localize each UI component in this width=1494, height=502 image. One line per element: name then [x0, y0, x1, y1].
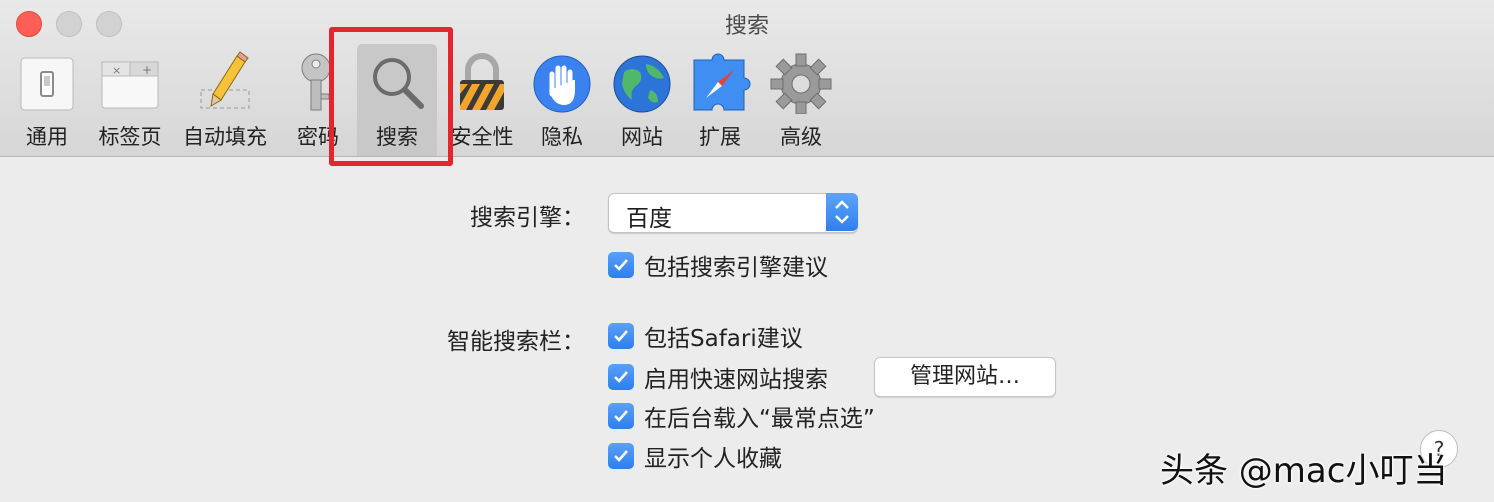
pencil-icon — [193, 50, 257, 114]
svg-text:×: × — [112, 64, 121, 77]
checkmark-icon — [614, 259, 628, 271]
tab-extensions[interactable]: 扩展 — [688, 44, 752, 156]
watermark: 头条 @mac小叮当 — [1160, 451, 1448, 491]
lock-icon — [450, 50, 514, 114]
show-favorites-row[interactable]: 显示个人收藏 — [608, 441, 782, 472]
quick-website-search-row[interactable]: 启用快速网站搜索 — [608, 362, 828, 393]
preload-top-hit-checkbox[interactable] — [608, 403, 634, 429]
toolbar: 搜索 通用 × + 标签页 自动填充 密码 搜索 安全性 隐私 网站 扩展 高级 — [0, 0, 1494, 157]
checkmark-icon — [614, 450, 628, 462]
search-engine-popup[interactable]: 百度 — [608, 193, 858, 233]
hand-icon — [530, 50, 594, 114]
chevron-updown-icon — [826, 193, 858, 231]
include-safari-suggestions-checkbox[interactable] — [608, 323, 634, 349]
tab-general[interactable]: 通用 — [10, 44, 84, 156]
include-engine-suggestions-row[interactable]: 包括搜索引擎建议 — [608, 250, 828, 281]
search-engine-label: 搜索引擎： — [470, 205, 585, 231]
search-engine-value: 百度 — [626, 206, 672, 232]
smart-search-field-label: 智能搜索栏： — [447, 329, 585, 355]
include-safari-suggestions-row[interactable]: 包括Safari建议 — [608, 321, 803, 352]
globe-icon — [610, 50, 674, 114]
svg-text:+: + — [142, 63, 152, 77]
tab-advanced[interactable]: 高级 — [768, 44, 834, 156]
tab-privacy[interactable]: 隐私 — [530, 44, 594, 156]
checkmark-icon — [614, 330, 628, 342]
annotation-highlight-box — [329, 27, 453, 166]
checkmark-icon — [614, 371, 628, 383]
tabs-icon: × + — [98, 50, 162, 114]
general-switch-icon — [15, 50, 79, 114]
tab-tabs[interactable]: × + 标签页 — [92, 44, 168, 156]
manage-websites-button[interactable]: 管理网站… — [874, 357, 1056, 397]
gear-icon — [769, 50, 833, 115]
tab-autofill[interactable]: 自动填充 — [178, 44, 272, 156]
quick-website-search-checkbox[interactable] — [608, 364, 634, 390]
tab-websites[interactable]: 网站 — [610, 44, 674, 156]
include-engine-suggestions-checkbox[interactable] — [608, 252, 634, 278]
preload-top-hit-row[interactable]: 在后台载入“最常点选” — [608, 401, 875, 432]
tab-security[interactable]: 安全性 — [446, 44, 518, 156]
show-favorites-checkbox[interactable] — [608, 443, 634, 469]
window-title: 搜索 — [724, 14, 769, 39]
compass-puzzle-icon — [688, 50, 752, 114]
checkmark-icon — [614, 410, 628, 422]
